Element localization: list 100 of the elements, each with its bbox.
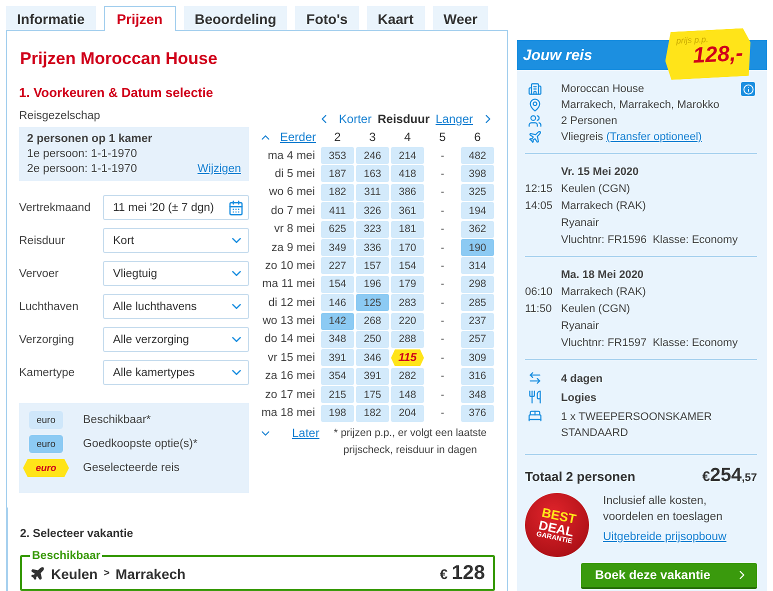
shorter-link[interactable]: Korter [316, 112, 372, 126]
price-cell-text: - [440, 222, 446, 238]
section-title: 2. Selecteer vakantie [20, 528, 134, 540]
later-link[interactable]: Later [259, 425, 320, 442]
price-cell[interactable]: 181 [391, 220, 424, 238]
select-field[interactable]: Vliegtuig [103, 261, 249, 286]
select-field[interactable]: Alle verzorging [103, 327, 249, 352]
price-cell[interactable]: 182 [356, 404, 389, 422]
date-field[interactable]: 11 mei '20 (± 7 dgn) [103, 195, 249, 220]
price-cell[interactable]: 314 [461, 257, 494, 274]
price-cell[interactable]: 282 [391, 368, 424, 385]
price-cell[interactable]: 326 [356, 202, 389, 220]
tab[interactable]: Prijzen [104, 6, 176, 31]
tab[interactable]: Weer [432, 6, 488, 30]
price-cell[interactable]: 163 [356, 165, 389, 182]
date-label: di 5 mei [274, 168, 316, 180]
column-header: 3 [368, 130, 377, 144]
price-cell[interactable]: 215 [321, 386, 354, 404]
select-field[interactable]: Alle luchthavens [103, 294, 249, 319]
change-link[interactable]: Wijzigen [198, 163, 241, 175]
price-cell[interactable]: 398 [461, 165, 494, 182]
flight-info: Vluchtnr: FR1596 Klasse: Economy [561, 234, 738, 246]
price-cell[interactable]: 391 [356, 368, 389, 385]
price-cell[interactable]: 346 [356, 349, 389, 366]
price-cell[interactable]: 115 [391, 349, 424, 366]
select-field[interactable]: Kort [103, 228, 249, 253]
price-cell[interactable]: 482 [461, 147, 494, 164]
price-cell[interactable]: 316 [461, 368, 494, 385]
price-cell[interactable]: 298 [461, 276, 494, 293]
price-cell[interactable]: 204 [391, 404, 424, 422]
price-cell[interactable]: 354 [321, 368, 354, 385]
price-cell[interactable]: 257 [461, 330, 494, 348]
tab[interactable]: Informatie [6, 6, 96, 30]
tab[interactable]: Beoordeling [184, 6, 288, 30]
price-cell-text: - [440, 369, 446, 384]
longer-link[interactable]: Langer [436, 112, 495, 126]
price-cell[interactable]: 220 [391, 312, 424, 330]
price-cell[interactable]: 625 [321, 220, 354, 238]
field-label: Reisgezelschap [19, 110, 102, 122]
earlier-link[interactable]: Eerder [259, 130, 319, 144]
price-cell[interactable]: 154 [391, 257, 424, 274]
price-cell[interactable]: 227 [321, 257, 354, 274]
price-cell[interactable]: 376 [461, 404, 494, 422]
price-cell[interactable]: 325 [461, 184, 494, 201]
price-cell[interactable]: 146 [321, 294, 354, 312]
tab[interactable]: Foto's [295, 6, 359, 30]
price-cell[interactable]: 182 [321, 184, 354, 201]
plane-icon [528, 130, 542, 144]
price-cell[interactable]: 283 [391, 294, 424, 312]
transfer-link[interactable]: (Transfer optioneel) [606, 131, 702, 143]
breakdown-link[interactable]: Uitgebreide prijsopbouw [603, 529, 757, 545]
price-cell[interactable]: 179 [391, 276, 424, 293]
price-cell[interactable]: 194 [461, 202, 494, 220]
price-cell[interactable]: 362 [461, 220, 494, 238]
price-cell[interactable]: 154 [321, 276, 354, 293]
book-button[interactable]: Boek deze vakantie [581, 563, 757, 589]
price-cell[interactable]: 148 [391, 386, 424, 404]
plane-icon [30, 566, 45, 581]
field-label: Kamertype [19, 366, 76, 378]
price-cell[interactable]: 246 [356, 147, 389, 164]
price-cell[interactable]: 309 [461, 349, 494, 366]
price-cell[interactable]: 268 [356, 312, 389, 330]
price-cell[interactable]: 157 [356, 257, 389, 274]
date-label: wo 13 mei [262, 315, 316, 328]
price-cell[interactable]: 348 [321, 330, 354, 348]
price-cell[interactable]: 348 [461, 386, 494, 404]
price-cell[interactable]: 311 [356, 184, 389, 201]
price-cell[interactable]: 361 [391, 202, 424, 220]
price-cell[interactable]: 386 [391, 184, 424, 201]
legend-swatch: euro [23, 459, 69, 477]
price-cell[interactable]: 323 [356, 220, 389, 238]
price-cell[interactable]: 411 [321, 202, 354, 220]
date-label: vr 15 mei [266, 352, 316, 364]
holiday-option[interactable]: Beschikbaar Keulen > Marrakech € 128 [20, 550, 495, 591]
price-cell[interactable]: 418 [391, 165, 424, 182]
price-cell-text: - [440, 277, 446, 292]
date-label: ma 11 mei [261, 278, 316, 290]
price-cell[interactable]: 196 [356, 276, 389, 293]
info-icon[interactable] [741, 82, 755, 96]
column-header: 5 [438, 130, 447, 144]
column-header: 6 [473, 130, 482, 144]
price-cell[interactable]: 353 [321, 147, 354, 164]
select-field[interactable]: Alle kamertypes [103, 360, 249, 385]
price-cell[interactable]: 336 [356, 239, 389, 256]
price-cell[interactable]: 250 [356, 330, 389, 348]
price-cell[interactable]: 142 [321, 312, 354, 330]
price-cell[interactable]: 288 [391, 330, 424, 348]
price-cell[interactable]: 175 [356, 386, 389, 404]
price-cell[interactable]: 237 [461, 312, 494, 330]
price-cell[interactable]: 198 [321, 404, 354, 422]
price-cell[interactable]: 285 [461, 294, 494, 312]
price-cell[interactable]: 391 [321, 349, 354, 366]
price-cell[interactable]: 349 [321, 239, 354, 256]
price-cell[interactable]: 187 [321, 165, 354, 182]
fork-knife-icon [528, 390, 542, 404]
price-cell[interactable]: 125 [356, 294, 389, 312]
price-cell[interactable]: 190 [461, 239, 494, 256]
price-cell[interactable]: 170 [391, 239, 424, 256]
tab[interactable]: Kaart [366, 6, 424, 30]
price-cell[interactable]: 214 [391, 147, 424, 164]
